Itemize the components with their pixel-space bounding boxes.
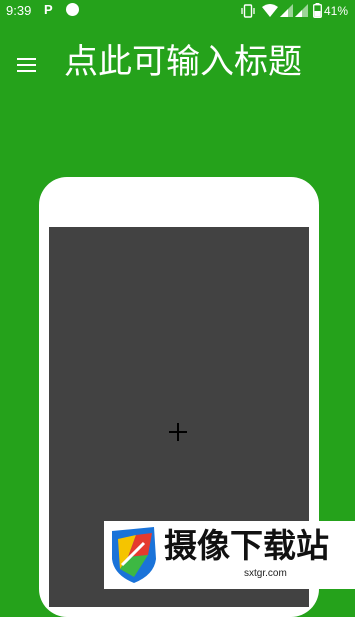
- watermark-banner: 摄像下载站 sxtgr.com: [104, 521, 355, 589]
- battery-percent: 41%: [324, 4, 349, 18]
- wifi-icon: [262, 4, 278, 17]
- plus-icon[interactable]: [168, 422, 188, 442]
- notification-dot-icon: [66, 3, 79, 16]
- hamburger-menu-icon[interactable]: [16, 57, 38, 75]
- watermark-url: sxtgr.com: [244, 568, 287, 579]
- status-bar: 9:39 P 41%: [0, 0, 355, 22]
- brand-logo-icon: [112, 527, 156, 583]
- status-time: 9:39: [6, 3, 32, 18]
- watermark-brand: 摄像下载站: [164, 526, 329, 565]
- battery-icon: [313, 3, 322, 18]
- signal-icon: [295, 4, 308, 17]
- signal-icon: [280, 4, 293, 17]
- page-title-input[interactable]: 点此可输入标题: [64, 40, 349, 84]
- vibrate-icon: [241, 4, 255, 18]
- notification-p-icon: P: [44, 2, 53, 17]
